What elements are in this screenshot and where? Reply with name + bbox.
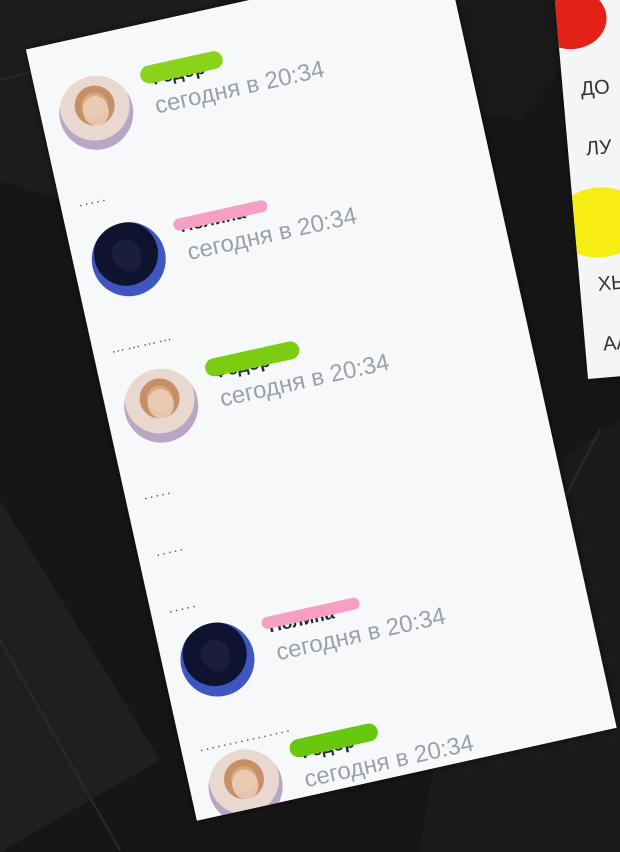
message-text: ..... <box>153 537 187 560</box>
list-item: ДО <box>579 76 611 101</box>
message-text: ..... <box>141 480 174 503</box>
avatar[interactable] <box>173 615 262 704</box>
message-item: Полина сегодня в 20:34 <box>84 149 473 309</box>
red-redaction <box>554 0 610 53</box>
avatar[interactable] <box>52 68 141 157</box>
list-item: АА <box>602 331 620 356</box>
list-item: ЛУ <box>585 136 613 161</box>
message-text: ..... <box>76 187 109 210</box>
avatar[interactable] <box>117 361 206 450</box>
message-item: Полина сегодня в 20:34 <box>173 549 561 709</box>
list-item: ХЬ <box>596 271 620 296</box>
message-text: ………… <box>108 326 175 357</box>
message-text: ..... <box>166 593 199 616</box>
message-item: Федор сегодня в 20:34 <box>117 295 505 455</box>
avatar[interactable] <box>84 215 173 304</box>
